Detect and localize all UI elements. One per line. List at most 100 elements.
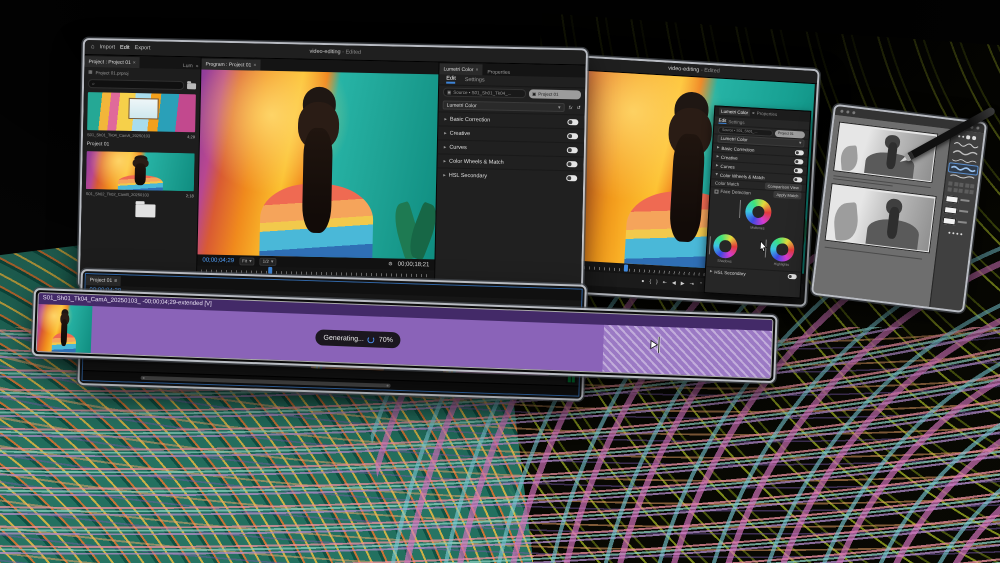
clip-thumbnail (37, 304, 93, 353)
close-icon[interactable]: × (752, 111, 755, 116)
tool-icon[interactable] (958, 188, 962, 192)
reset-icon[interactable]: ↺ (576, 105, 580, 111)
section-toggle[interactable] (567, 119, 578, 125)
tool-icon[interactable] (953, 187, 957, 191)
folder-icon[interactable] (135, 204, 155, 217)
bin-label[interactable]: Project 01 (87, 141, 110, 147)
section-toggle[interactable] (794, 168, 803, 174)
menu-edit[interactable]: Edit (120, 45, 130, 51)
preset-dropdown[interactable]: Lumetri Color ▾ (443, 101, 565, 113)
marker-icon[interactable]: ● (641, 278, 644, 284)
play-icon[interactable]: ▶ (681, 281, 685, 287)
close-icon[interactable]: × (475, 67, 478, 73)
section-toggle[interactable] (567, 147, 578, 153)
chevron-down-icon: ▾ (715, 172, 718, 178)
storyboard-frame-2[interactable] (825, 183, 937, 253)
generative-extend-region (602, 325, 772, 378)
brush-size-dot[interactable] (971, 136, 976, 141)
go-to-in-icon[interactable]: ⇤ (663, 280, 668, 286)
scene: video-editing - Edited ● { } ⇤ ◀ ▶ ⇥ (0, 0, 1000, 563)
midtones-slider[interactable] (739, 200, 741, 218)
face-detection-checkbox[interactable] (714, 189, 718, 193)
home-icon[interactable]: ⌂ (91, 44, 95, 50)
brush-size-dot[interactable] (958, 135, 960, 137)
tool-icon[interactable] (948, 181, 952, 185)
settings-wrench-icon[interactable]: ⚙ (388, 261, 393, 267)
mark-in-icon[interactable]: { (649, 279, 651, 285)
program-video (198, 69, 439, 259)
tool-icon[interactable] (970, 184, 974, 188)
target-sequence-pill[interactable]: ▣ Project 01 (529, 89, 581, 99)
panel-icon[interactable] (952, 232, 954, 234)
tool-icon[interactable] (969, 189, 973, 193)
layer-thumbnail (945, 195, 959, 204)
chevron-down-icon: ▾ (271, 258, 274, 264)
playhead[interactable] (268, 267, 272, 274)
menu-icon[interactable]: ≡ (114, 278, 117, 284)
chevron-right-icon: ▸ (444, 130, 447, 136)
close-icon[interactable]: × (253, 62, 256, 68)
close-icon[interactable]: × (133, 60, 136, 66)
layer-thumbnail (942, 216, 956, 225)
playback-resolution-dropdown[interactable]: 1/2 ▾ (260, 257, 277, 265)
chevron-right-icon: ▸ (444, 116, 447, 122)
tool-icon[interactable] (964, 189, 968, 193)
mark-out-icon[interactable]: } (656, 279, 658, 285)
shadows-wheel[interactable] (713, 234, 738, 259)
step-back-icon[interactable]: ◀ (672, 280, 676, 286)
chevron-down-icon: ▾ (558, 104, 561, 110)
tab-timeline-sequence[interactable]: Project 01 ≡ (86, 275, 122, 286)
tool-icon[interactable] (948, 187, 952, 191)
brush-size-dot[interactable] (962, 135, 965, 138)
layer-row[interactable] (942, 214, 971, 228)
section-toggle[interactable] (567, 133, 578, 139)
clip-name: S01_Sh01_Tk04_CamA_20250103 (87, 132, 150, 138)
menu-import[interactable]: Import (99, 44, 115, 50)
tab-lumetri-color[interactable]: Lumetri Color × (439, 63, 482, 75)
playhead[interactable] (624, 264, 628, 271)
chevron-right-icon: ▸ (443, 172, 446, 178)
menu-export[interactable]: Export (134, 45, 150, 51)
midtones-wheel[interactable] (745, 198, 772, 225)
shadows-slider[interactable] (709, 236, 711, 254)
fit-dropdown[interactable]: Fit ▾ (239, 257, 255, 265)
tool-icon[interactable] (959, 183, 963, 187)
subtab-settings[interactable]: Settings (465, 77, 485, 83)
subtab-settings[interactable]: Settings (728, 119, 745, 125)
bottom-icon-row (941, 227, 970, 238)
tab-properties[interactable]: Properties (757, 111, 778, 117)
section-toggle[interactable] (793, 177, 802, 183)
highlights-wheel[interactable] (770, 237, 795, 262)
subtab-edit[interactable]: Edit (446, 76, 456, 84)
section-toggle[interactable] (794, 159, 803, 165)
lift-icon[interactable]: ⌃ (699, 282, 704, 288)
clip-thumbnail-room[interactable] (87, 92, 196, 132)
subtab-edit[interactable]: Edit (718, 118, 726, 124)
section-toggle[interactable] (566, 175, 577, 181)
chevron-right-icon: ▸ (717, 145, 720, 151)
new-bin-folder-icon[interactable] (187, 83, 196, 89)
secondary-editor-window: video-editing - Edited ● { } ⇤ ◀ ▶ ⇥ (558, 57, 818, 305)
scrollbar-thumb[interactable] (141, 376, 391, 388)
section-toggle[interactable] (788, 273, 797, 279)
panel-icon[interactable] (948, 231, 950, 233)
current-timecode: 00;00;04;29 (202, 257, 234, 264)
mouse-cursor (759, 241, 768, 251)
tool-icon[interactable] (965, 183, 969, 187)
panel-icon[interactable] (960, 233, 962, 235)
grid-icon[interactable]: ▦ (88, 69, 92, 75)
go-to-out-icon[interactable]: ⇥ (689, 281, 694, 287)
section-toggle[interactable] (566, 161, 577, 167)
tool-icon[interactable] (954, 182, 958, 186)
panel-icon[interactable] (956, 232, 958, 234)
fx-badge-icon[interactable]: fx (569, 105, 573, 111)
plant (397, 188, 434, 259)
sequence-icon: ▣ (532, 91, 536, 97)
search-input[interactable]: ⌕ (88, 79, 184, 90)
canvas-area (813, 115, 984, 311)
clip-thumbnail-subject[interactable] (86, 151, 195, 191)
section-toggle[interactable] (795, 150, 804, 156)
chevron-down-icon: ▾ (799, 140, 802, 146)
brush-size-dot[interactable] (966, 135, 970, 139)
chevron-right-icon: ▸ (443, 158, 446, 164)
